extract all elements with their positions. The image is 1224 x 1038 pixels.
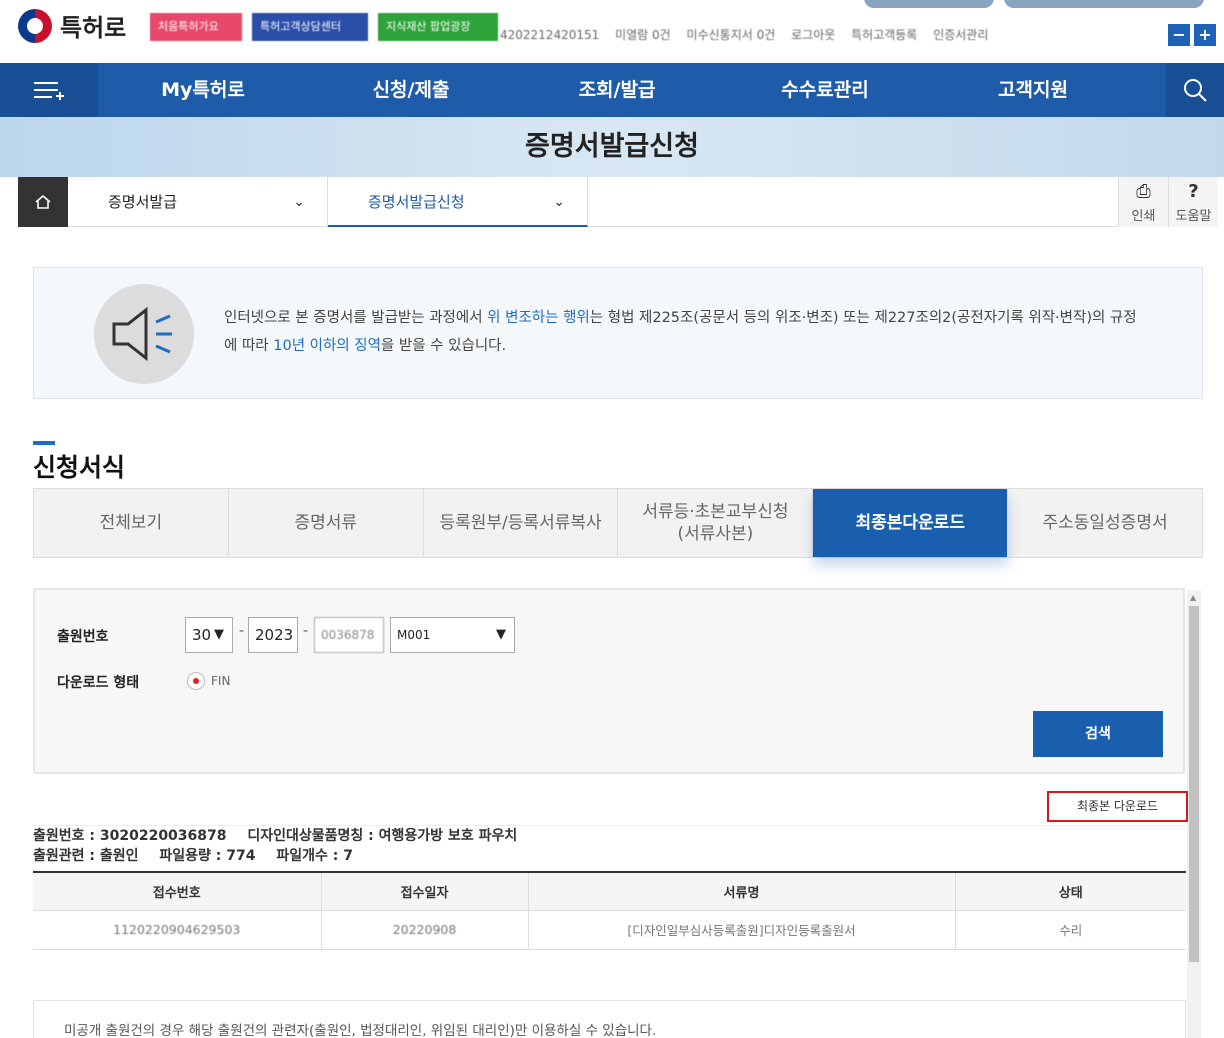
nav-apply-submit[interactable]: 신청/제출 (308, 63, 514, 117)
megaphone-icon (94, 284, 194, 384)
cert-manage-link[interactable]: 인증서관리 (933, 28, 988, 42)
notice-text-part: 을 받을 수 있습니다. (380, 338, 507, 354)
doc-code-select[interactable]: M001 ▼ (390, 617, 515, 653)
breadcrumb-level1-select[interactable]: 증명서발급 ⌄ (68, 177, 328, 227)
footnote: 미공개 출원건의 경우 해당 출원건의 관련자(출원인, 법정대리인, 위임된 … (33, 1000, 1186, 1038)
zoom-out-button[interactable]: − (1168, 24, 1190, 46)
customer-register-link[interactable]: 특허고객등록 (851, 28, 917, 42)
chevron-down-icon: ⌄ (293, 194, 305, 210)
final-download-button[interactable]: 최종본 다운로드 (1047, 791, 1188, 822)
unread-link[interactable]: 미열람 0건 (615, 28, 671, 42)
breadcrumb: 증명서발급 ⌄ 증명서발급신청 ⌄ ⎙ 인쇄 ? 도움말 (18, 177, 1218, 227)
notice-highlight: 위 변조하는 행위 (487, 310, 590, 326)
tab-all[interactable]: 전체보기 (34, 489, 229, 557)
notice-text: 인터넷으로 본 증명서를 발급받는 과정에서 위 변조하는 행위는 형법 제22… (224, 304, 1144, 360)
app-year-input[interactable]: 2023 (248, 617, 298, 653)
section-accent-bar (33, 441, 55, 445)
download-type-label: 다운로드 형태 (57, 675, 140, 691)
cell-receipt-number: 1120220904629503 (33, 910, 322, 950)
col-receipt-number: 접수번호 (33, 872, 322, 911)
banner-ip-plaza[interactable]: 지식재산 팝업광장 (378, 13, 498, 41)
result-table: 접수번호 접수일자 서류명 상태 1120220904629503 202209… (33, 871, 1186, 950)
breadcrumb-level1-label: 증명서발급 (108, 193, 178, 211)
tab-final-download[interactable]: 최종본다운로드 (813, 489, 1009, 557)
search-form-panel: 출원번호 30 ▼ - 2023 - 0036878 M001 ▼ 다운로드 형… (33, 588, 1185, 774)
top-bar: 특허로 처음특허가요 특허고객상담센터 지식재산 팝업광장 4202212420… (0, 0, 1224, 63)
nav-customer-support[interactable]: 고객지원 (930, 63, 1136, 117)
print-button[interactable]: ⎙ 인쇄 (1118, 177, 1168, 227)
cell-document-name: [디자인일부심사등록출원]디자인등록출원서 (528, 910, 956, 950)
nav-my-patentro[interactable]: My특허로 (98, 63, 308, 117)
menu-icon[interactable] (0, 63, 98, 117)
doc-code-value: M001 (397, 628, 431, 642)
warning-notice: 인터넷으로 본 증명서를 발급받는 과정에서 위 변조하는 행위는 형법 제22… (33, 267, 1203, 399)
customer-number: 4202212420151 (500, 28, 600, 42)
app-type-select[interactable]: 30 ▼ (185, 617, 233, 653)
logout-link[interactable]: 로그아웃 (791, 28, 835, 42)
print-label: 인쇄 (1131, 209, 1156, 224)
nav-fee-management[interactable]: 수수료관리 (720, 63, 930, 117)
tab-document-copy[interactable]: 서류등·초본교부신청 (서류사본) (618, 489, 814, 557)
notice-highlight: 10년 이하의 징역 (273, 338, 381, 354)
scrollbar-thumb[interactable] (1189, 606, 1199, 962)
cell-receipt-date: 20220908 (321, 910, 529, 950)
scrollbar[interactable]: ▲ (1187, 590, 1201, 1038)
table-row: 1120220904629503 20220908 [디자인일부심사등록출원]디… (33, 910, 1186, 950)
chevron-down-icon: ▼ (214, 627, 224, 642)
tab-certificates[interactable]: 증명서류 (229, 489, 424, 557)
col-document-name: 서류명 (528, 872, 956, 911)
home-icon[interactable] (18, 177, 68, 227)
download-type-radio[interactable]: FIN (187, 672, 230, 690)
breadcrumb-level2-label: 증명서발급신청 (368, 193, 465, 211)
breadcrumb-level2-select[interactable]: 증명서발급신청 ⌄ (328, 177, 588, 227)
nav-inquiry-issue[interactable]: 조회/발급 (514, 63, 720, 117)
zoom-controls: − + (1168, 24, 1216, 46)
notice-text-part: 인터넷으로 본 증명서를 발급받는 과정에서 (224, 310, 488, 326)
printer-icon: ⎙ (1136, 181, 1151, 202)
tab-register-copy[interactable]: 등록원부/등록서류복사 (424, 489, 619, 557)
separator: - (239, 623, 245, 639)
question-icon: ? (1188, 181, 1199, 202)
table-header-row: 접수번호 접수일자 서류명 상태 (33, 872, 1186, 911)
help-label: 도움말 (1175, 209, 1212, 224)
download-option-label: FIN (211, 674, 231, 688)
result-file-size: 파일용량 : 774 (159, 848, 256, 864)
app-type-value: 30 (192, 626, 212, 644)
col-status: 상태 (955, 872, 1186, 911)
scroll-up-icon[interactable]: ▲ (1190, 593, 1196, 602)
banner-customer-center[interactable]: 특허고객상담센터 (252, 13, 368, 41)
banner-first-visit[interactable]: 처음특허가요 (150, 13, 242, 41)
section-title: 신청서식 (33, 453, 126, 482)
col-receipt-date: 접수일자 (321, 872, 529, 911)
form-tabs: 전체보기 증명서류 등록원부/등록서류복사 서류등·초본교부신청 (서류사본) … (33, 488, 1203, 558)
app-number-label: 출원번호 (57, 629, 109, 645)
chevron-down-icon: ▼ (496, 627, 506, 642)
logo-text: 특허로 (60, 14, 127, 42)
unreceived-link[interactable]: 미수신통지서 0건 (687, 28, 776, 42)
help-button[interactable]: ? 도움말 (1168, 177, 1218, 227)
result-summary: 출원번호 : 3020220036878 디자인대상물품명칭 : 여행용가방 보… (33, 825, 1185, 866)
user-info-bar: 4202212420151 미열람 0건 미수신통지서 0건 로그아웃 특허고객… (500, 26, 1000, 43)
result-file-count: 파일개수 : 7 (276, 848, 353, 864)
separator: - (303, 623, 309, 639)
cell-status: 수리 (955, 910, 1186, 950)
result-line-1: 출원번호 : 3020220036878 디자인대상물품명칭 : 여행용가방 보… (33, 826, 1185, 846)
page-title-band: 증명서발급신청 (0, 117, 1224, 177)
result-product-name: 디자인대상물품명칭 : 여행용가방 보호 파우치 (247, 828, 518, 844)
page-title: 증명서발급신청 (525, 131, 699, 162)
government-emblem-icon (18, 8, 52, 43)
site-logo[interactable]: 특허로 (18, 8, 126, 43)
result-relation: 출원관련 : 출원인 (33, 848, 139, 864)
tab-address-identity[interactable]: 주소동일성증명서 (1008, 489, 1202, 557)
radio-selected-icon[interactable] (187, 672, 205, 690)
zoom-in-button[interactable]: + (1194, 24, 1216, 46)
main-nav: My특허로 신청/제출 조회/발급 수수료관리 고객지원 (0, 63, 1224, 117)
search-icon[interactable] (1166, 63, 1224, 117)
result-line-2: 출원관련 : 출원인 파일용량 : 774 파일개수 : 7 (33, 846, 1185, 866)
app-serial-input[interactable]: 0036878 (314, 617, 384, 653)
result-app-number: 출원번호 : 3020220036878 (33, 828, 227, 844)
search-button[interactable]: 검색 (1033, 711, 1163, 757)
chevron-down-icon: ⌄ (553, 194, 565, 210)
